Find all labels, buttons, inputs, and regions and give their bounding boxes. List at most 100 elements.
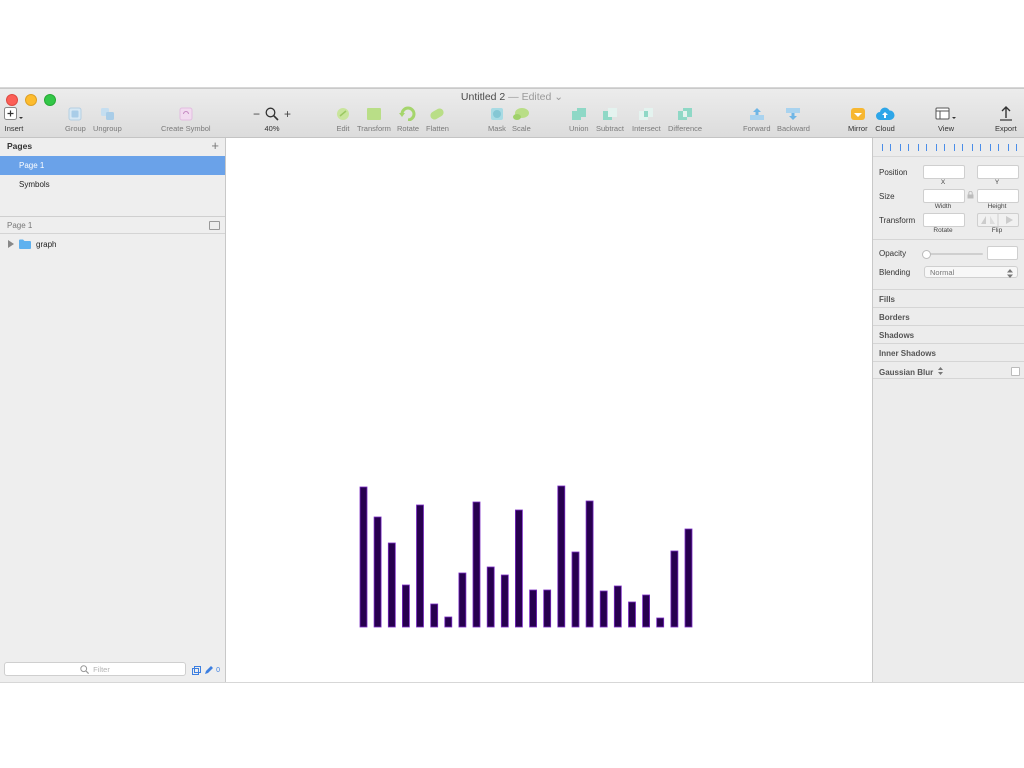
distribute-horizontal-icon[interactable] — [899, 143, 909, 151]
inner-shadows-section[interactable]: Inner Shadows — [873, 343, 1024, 361]
align-middle-icon[interactable] — [971, 143, 981, 151]
graph-bar-6[interactable] — [430, 603, 439, 628]
zoom-out-button[interactable]: − — [253, 107, 260, 121]
cloud-icon — [876, 107, 895, 120]
filter-tools: 0 — [192, 666, 220, 675]
difference-icon — [678, 107, 693, 120]
transform-button[interactable]: Transform — [357, 106, 391, 133]
opacity-slider[interactable] — [922, 250, 983, 259]
graph-bar-10[interactable] — [486, 566, 495, 628]
graph-bar-18[interactable] — [599, 590, 608, 628]
width-input[interactable] — [923, 189, 965, 203]
mirror-button[interactable]: Mirror — [848, 106, 868, 133]
copy-layers-icon[interactable] — [192, 666, 202, 675]
height-input[interactable] — [977, 189, 1019, 203]
mask-button[interactable]: Mask — [488, 106, 506, 133]
cloud-button[interactable]: Cloud — [875, 106, 895, 133]
folder-icon — [19, 239, 31, 249]
union-button[interactable]: Union — [569, 106, 589, 133]
fills-section[interactable]: Fills — [873, 289, 1024, 307]
edit-pen-icon[interactable] — [204, 666, 214, 675]
graph-bar-17[interactable] — [585, 500, 594, 628]
page-item-page-1[interactable]: Page 1 — [0, 156, 225, 175]
graph-bar-5[interactable] — [416, 504, 424, 628]
opacity-input[interactable] — [987, 246, 1018, 260]
ungroup-icon — [101, 107, 115, 120]
graph-bar-8[interactable] — [458, 572, 467, 628]
union-icon — [571, 107, 586, 120]
mask-icon — [490, 107, 503, 120]
graph-bar-2[interactable] — [373, 516, 382, 628]
graph-bar-13[interactable] — [529, 589, 538, 628]
graph-bar-7[interactable] — [444, 616, 453, 628]
gaussian-blur-section[interactable]: Gaussian Blur — [873, 361, 1024, 379]
title-menu-chevron-icon[interactable]: ⌄ — [554, 91, 563, 103]
magnifier-icon[interactable] — [265, 107, 279, 121]
create-symbol-button[interactable]: Create Symbol — [161, 106, 211, 133]
layer-filter-input[interactable]: Filter — [4, 662, 186, 676]
align-bottom-icon[interactable] — [989, 143, 999, 151]
graph-bar-3[interactable] — [387, 542, 396, 628]
graph-bar-24[interactable] — [684, 528, 693, 628]
group-icon — [68, 107, 82, 120]
graph-bar-4[interactable] — [401, 584, 410, 628]
align-right-icon[interactable] — [935, 143, 945, 151]
position-y-input[interactable] — [977, 165, 1019, 179]
opacity-slider-knob[interactable] — [922, 250, 931, 259]
zoom-level: 40% — [264, 124, 280, 133]
canvas[interactable] — [226, 138, 871, 682]
flatten-button[interactable]: Flatten — [426, 106, 449, 133]
distribute-vertical-icon[interactable] — [1007, 143, 1017, 151]
send-backward-icon — [786, 107, 801, 120]
add-page-button[interactable]: + — [211, 138, 219, 153]
rotate-button[interactable]: Rotate — [397, 106, 419, 133]
backward-button[interactable]: Backward — [777, 106, 810, 133]
subtract-button[interactable]: Subtract — [596, 106, 624, 133]
search-icon — [80, 664, 90, 674]
graph-bar-23[interactable] — [670, 550, 679, 628]
page-item-symbols[interactable]: Symbols — [0, 175, 225, 194]
inspector-panel: Position X Y Size Width Height Transform… — [872, 138, 1024, 682]
export-button[interactable]: Export — [995, 106, 1017, 133]
lock-icon[interactable] — [967, 191, 974, 199]
align-left-icon[interactable] — [881, 143, 891, 151]
graph-bar-12[interactable] — [514, 509, 523, 628]
intersect-button[interactable]: Intersect — [632, 106, 661, 133]
layer-row-graph[interactable]: graph — [0, 235, 225, 253]
graph-bar-20[interactable] — [628, 601, 636, 628]
forward-button[interactable]: Forward — [743, 106, 771, 133]
borders-section[interactable]: Borders — [873, 307, 1024, 325]
blur-type-chevron-icon[interactable] — [938, 367, 944, 375]
graph-bar-16[interactable] — [571, 551, 580, 628]
graph-bar-22[interactable] — [656, 617, 665, 628]
gaussian-blur-checkbox[interactable] — [1011, 367, 1020, 376]
view-button[interactable]: View — [935, 106, 957, 133]
disclosure-triangle-icon[interactable] — [8, 240, 14, 248]
blending-select[interactable]: Normal — [924, 266, 1018, 278]
layers-sidebar: Pages + Page 1 Symbols Page 1 graph Filt… — [0, 138, 226, 682]
graph-bar-19[interactable] — [613, 585, 622, 628]
difference-button[interactable]: Difference — [668, 106, 702, 133]
blending-row: Blending Normal — [873, 265, 1024, 287]
graph-bar-9[interactable] — [472, 501, 481, 628]
rotate-input[interactable] — [923, 213, 965, 227]
position-x-input[interactable] — [923, 165, 965, 179]
graph-bar-11[interactable] — [500, 574, 509, 628]
graph-bar-15[interactable] — [557, 485, 566, 628]
flip-buttons[interactable] — [977, 213, 1019, 227]
graph-bar-1[interactable] — [359, 486, 368, 628]
graph-artboard[interactable] — [226, 138, 871, 682]
collapse-layers-icon[interactable] — [209, 221, 220, 230]
graph-bar-21[interactable] — [642, 594, 651, 628]
align-top-icon[interactable] — [953, 143, 963, 151]
symbol-icon — [179, 107, 193, 120]
edit-button[interactable]: Edit — [335, 106, 351, 133]
group-button[interactable]: Group — [65, 106, 86, 133]
ungroup-button[interactable]: Ungroup — [93, 106, 122, 133]
scale-button[interactable]: Scale — [512, 106, 531, 133]
graph-bar-14[interactable] — [543, 589, 552, 628]
zoom-in-button[interactable]: + — [284, 107, 291, 121]
shadows-section[interactable]: Shadows — [873, 325, 1024, 343]
align-center-icon[interactable] — [917, 143, 927, 151]
insert-button[interactable]: Insert — [4, 106, 24, 133]
